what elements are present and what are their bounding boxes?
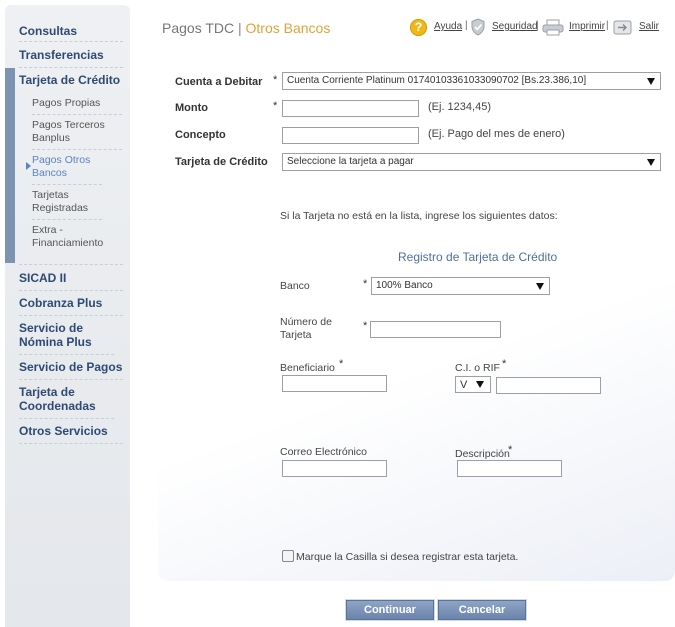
registration-heading: Registro de Tarjeta de Crédito: [398, 250, 558, 264]
sidebar-subitem-pagos-propias[interactable]: Pagos Propias: [32, 97, 122, 115]
concept-hint: (Ej. Pago del mes de enero): [428, 128, 565, 140]
credit-card-select[interactable]: Seleccione la tarjeta a pagar: [282, 153, 661, 171]
header-separator: |: [465, 20, 468, 31]
debit-account-select[interactable]: Cuenta Corriente Platinum 01740103361033…: [282, 72, 661, 90]
chevron-down-icon: [536, 283, 544, 290]
register-card-label: Marque la Casilla si desea registrar est…: [296, 551, 519, 563]
amount-hint: (Ej. 1234,45): [428, 101, 491, 113]
sidebar-item-otros-servicios[interactable]: Otros Servicios: [19, 424, 123, 444]
bank-value: 100% Banco: [376, 280, 433, 291]
sidebar-item-nomina-plus[interactable]: Servicio de Nómina Plus: [19, 321, 114, 355]
header-separator: |: [536, 20, 539, 31]
amount-input[interactable]: [282, 100, 419, 117]
concept-input[interactable]: [282, 127, 419, 144]
help-icon[interactable]: ?: [410, 19, 427, 36]
help-link[interactable]: Ayuda: [434, 21, 462, 32]
description-label: Descripción: [455, 448, 510, 460]
required-mark: *: [363, 320, 368, 332]
sidebar-subitem-extra-financiamiento[interactable]: Extra - Financiamiento: [32, 224, 112, 259]
sidebar-item-consultas[interactable]: Consultas: [19, 24, 123, 42]
cancel-button[interactable]: Cancelar: [438, 600, 526, 620]
debit-account-value: Cuenta Corriente Platinum 01740103361033…: [287, 75, 587, 86]
exit-link[interactable]: Salir: [639, 21, 659, 32]
page-title-primary: Pagos TDC: [162, 20, 235, 36]
title-separator: |: [238, 20, 242, 36]
exit-icon[interactable]: [613, 20, 632, 35]
debit-account-label: Cuenta a Debitar: [175, 76, 263, 88]
id-rif-input[interactable]: [496, 377, 601, 394]
credit-card-label: Tarjeta de Crédito: [175, 156, 268, 168]
sidebar-subitem-pagos-terceros[interactable]: Pagos Terceros Banplus: [32, 119, 122, 150]
beneficiary-input[interactable]: [282, 375, 387, 392]
page-title-secondary: Otros Bancos: [245, 20, 331, 36]
description-input[interactable]: [457, 460, 562, 477]
bank-select[interactable]: 100% Banco: [371, 277, 550, 295]
sidebar-item-cobranza-plus[interactable]: Cobranza Plus: [19, 296, 123, 316]
continue-button[interactable]: Continuar: [346, 600, 434, 620]
printer-icon[interactable]: [542, 19, 564, 36]
amount-label: Monto: [175, 102, 208, 114]
sidebar-subitem-pagos-otros-bancos[interactable]: Pagos Otros Bancos: [32, 154, 102, 185]
card-number-input[interactable]: [370, 321, 501, 338]
credit-card-value: Seleccione la tarjeta a pagar: [287, 156, 414, 167]
current-item-arrow-icon: [26, 162, 31, 170]
id-rif-label: C.I. o RIF: [455, 362, 500, 374]
required-mark: *: [363, 278, 368, 290]
divider: [19, 264, 123, 265]
required-mark: *: [508, 444, 513, 456]
chevron-down-icon: [647, 159, 655, 166]
id-type-value: V: [460, 379, 468, 391]
required-mark: *: [339, 358, 344, 370]
concept-label: Concepto: [175, 129, 226, 141]
chevron-down-icon: [476, 381, 484, 388]
card-number-label: Número de Tarjeta: [280, 316, 332, 341]
bank-label: Banco: [280, 280, 310, 292]
page-title: Pagos TDC | Otros Bancos: [162, 20, 330, 36]
sidebar-item-tarjeta-credito[interactable]: Tarjeta de Crédito: [19, 73, 123, 88]
print-link[interactable]: Imprimir: [569, 21, 605, 32]
sidebar-item-tarjeta-coordenadas[interactable]: Tarjeta de Coordenadas: [19, 385, 114, 419]
register-card-checkbox[interactable]: [282, 550, 294, 562]
beneficiary-label: Beneficiario: [280, 362, 335, 374]
security-shield-icon[interactable]: [471, 18, 485, 36]
security-link[interactable]: Seguridad: [492, 21, 538, 32]
chevron-down-icon: [647, 78, 655, 85]
sidebar-item-sicad[interactable]: SICAD II: [19, 271, 123, 291]
registration-info-text: Si la Tarjeta no está en la lista, ingre…: [280, 210, 558, 222]
required-mark: *: [273, 74, 278, 86]
header-separator: |: [606, 20, 609, 31]
sidebar-item-servicio-pagos[interactable]: Servicio de Pagos: [19, 360, 123, 380]
sidebar-item-transferencias[interactable]: Transferencias: [19, 48, 123, 68]
sidebar-subitem-tarjetas-registradas[interactable]: Tarjetas Registradas: [32, 189, 102, 220]
id-type-select[interactable]: V: [455, 376, 491, 393]
email-input[interactable]: [282, 460, 387, 477]
email-label: Correo Electrónico: [280, 446, 367, 458]
required-mark: *: [502, 358, 507, 370]
required-mark: *: [273, 100, 278, 112]
active-section-indicator: [5, 68, 15, 263]
